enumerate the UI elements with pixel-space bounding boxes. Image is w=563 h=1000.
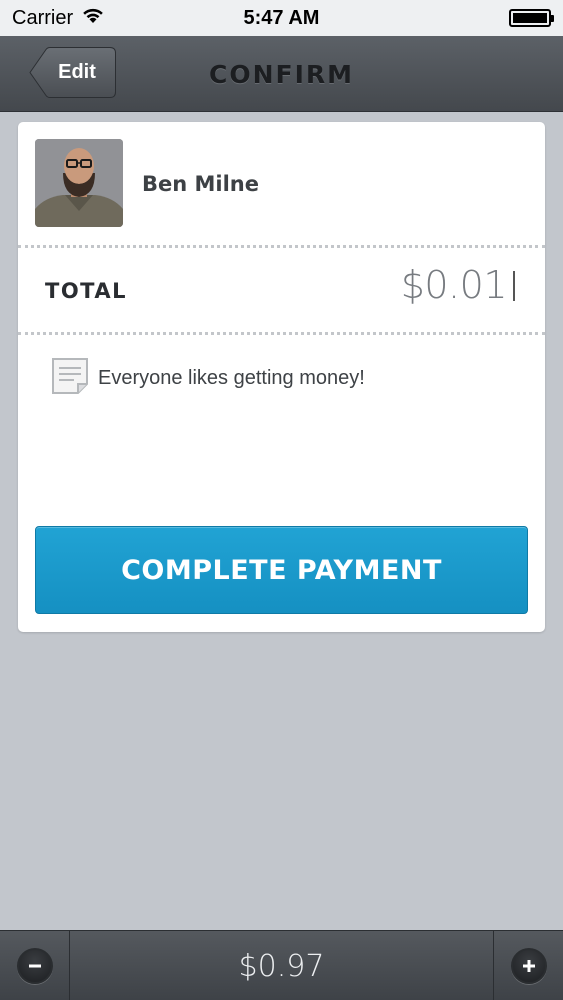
edit-back-label: Edit	[58, 61, 96, 83]
plus-icon	[510, 948, 547, 984]
divider	[18, 245, 545, 248]
edit-back-button[interactable]: Edit	[28, 47, 116, 98]
increment-button[interactable]	[493, 931, 563, 1000]
total-row: TOTAL $0.01	[18, 249, 545, 333]
wifi-icon	[81, 6, 105, 30]
avatar	[35, 139, 123, 227]
amount-toolbar: $0.97	[0, 930, 563, 1000]
minus-icon	[16, 948, 53, 984]
confirm-card: Ben Milne TOTAL $0.01 Everyone likes get…	[18, 122, 545, 632]
carrier-label: Carrier	[12, 6, 74, 29]
complete-payment-button[interactable]: COMPLETE PAYMENT	[35, 526, 528, 614]
total-label: TOTAL	[45, 279, 128, 303]
nav-bar: Edit CONFIRM	[0, 36, 563, 112]
memo-row[interactable]: Everyone likes getting money!	[52, 358, 365, 399]
total-value[interactable]: $0.01	[401, 263, 515, 307]
battery-fill	[513, 13, 547, 23]
battery-icon	[509, 9, 554, 27]
recipient-row: Ben Milne	[18, 122, 545, 246]
amount-display: $0.97	[238, 948, 325, 984]
recipient-name: Ben Milne	[142, 172, 259, 196]
total-value-text: $0.01	[400, 263, 508, 307]
status-left: Carrier	[12, 6, 105, 30]
decrement-button[interactable]	[0, 931, 70, 1000]
memo-text: Everyone likes getting money!	[98, 367, 365, 389]
divider	[18, 332, 545, 335]
text-cursor	[513, 271, 515, 301]
note-icon	[52, 358, 88, 399]
status-bar: Carrier 5:47 AM	[0, 0, 563, 36]
